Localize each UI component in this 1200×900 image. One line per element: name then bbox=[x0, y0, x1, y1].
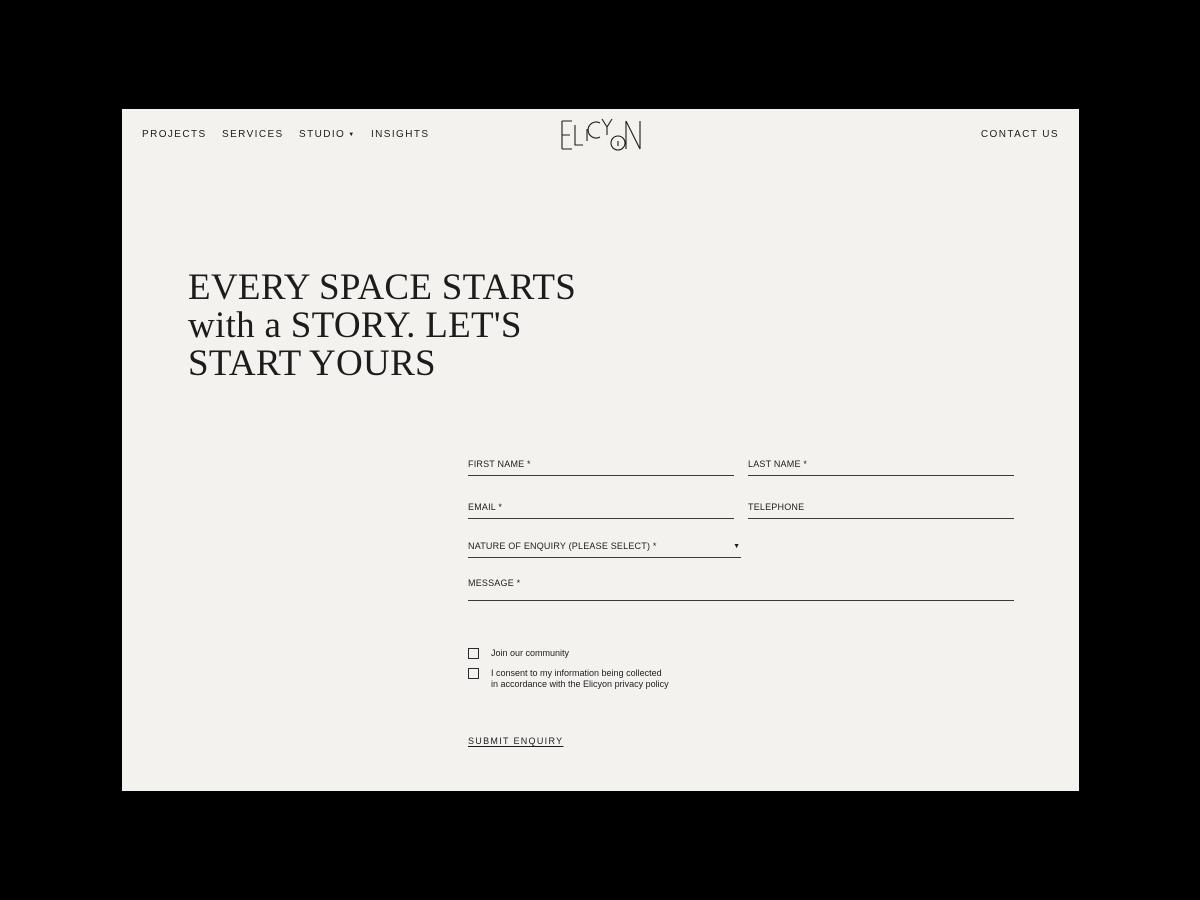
email-field[interactable]: EMAIL * bbox=[468, 494, 734, 519]
consent-option[interactable]: I consent to my information being collec… bbox=[468, 668, 669, 690]
message-label: MESSAGE * bbox=[468, 578, 521, 588]
message-field[interactable]: MESSAGE * bbox=[468, 573, 1014, 601]
nav-insights[interactable]: INSIGHTS bbox=[371, 129, 429, 140]
submit-enquiry-button[interactable]: SUBMIT ENQUIRY bbox=[468, 736, 563, 746]
nature-of-enquiry-label: NATURE OF ENQUIRY (PLEASE SELECT) * bbox=[468, 541, 657, 551]
consent-label-line-2: in accordance with the Elicyon privacy p… bbox=[491, 679, 669, 689]
consent-label: I consent to my information being collec… bbox=[491, 668, 669, 690]
last-name-field[interactable]: LAST NAME * bbox=[748, 451, 1014, 476]
headline-line-3: START YOURS bbox=[188, 343, 436, 384]
telephone-field[interactable]: TELEPHONE bbox=[748, 494, 1014, 519]
elicyon-logo[interactable] bbox=[560, 115, 644, 155]
nav-studio[interactable]: STUDIO ▼ bbox=[299, 129, 356, 140]
nav-projects[interactable]: PROJECTS bbox=[142, 129, 207, 140]
nav-services[interactable]: SERVICES bbox=[222, 129, 284, 140]
join-community-checkbox[interactable] bbox=[468, 648, 479, 659]
nature-of-enquiry-select[interactable]: NATURE OF ENQUIRY (PLEASE SELECT) * ▼ bbox=[468, 533, 741, 558]
join-community-label: Join our community bbox=[491, 648, 570, 658]
headline-line-1: EVERY SPACE STARTS bbox=[188, 267, 577, 308]
email-label: EMAIL * bbox=[468, 502, 503, 512]
first-name-field[interactable]: FIRST NAME * bbox=[468, 451, 734, 476]
caret-down-icon: ▼ bbox=[733, 543, 740, 550]
page-headline: EVERY SPACE STARTS with a STORY. LET'S S… bbox=[188, 269, 608, 383]
consent-label-line-1: I consent to my information being collec… bbox=[491, 668, 662, 678]
first-name-label: FIRST NAME * bbox=[468, 459, 531, 469]
logo-mark bbox=[561, 118, 641, 151]
last-name-label: LAST NAME * bbox=[748, 459, 808, 469]
nav-studio-label: STUDIO bbox=[299, 129, 346, 140]
nav-contact-us[interactable]: CONTACT US bbox=[981, 129, 1059, 140]
consent-checkbox[interactable] bbox=[468, 668, 479, 679]
telephone-label: TELEPHONE bbox=[748, 502, 805, 512]
join-community-option[interactable]: Join our community bbox=[468, 648, 569, 659]
contact-page: PROJECTS SERVICES STUDIO ▼ INSIGHTS CONTA… bbox=[122, 109, 1079, 791]
headline-line-2: with a STORY. LET'S bbox=[188, 305, 522, 346]
caret-down-icon: ▼ bbox=[348, 132, 356, 138]
